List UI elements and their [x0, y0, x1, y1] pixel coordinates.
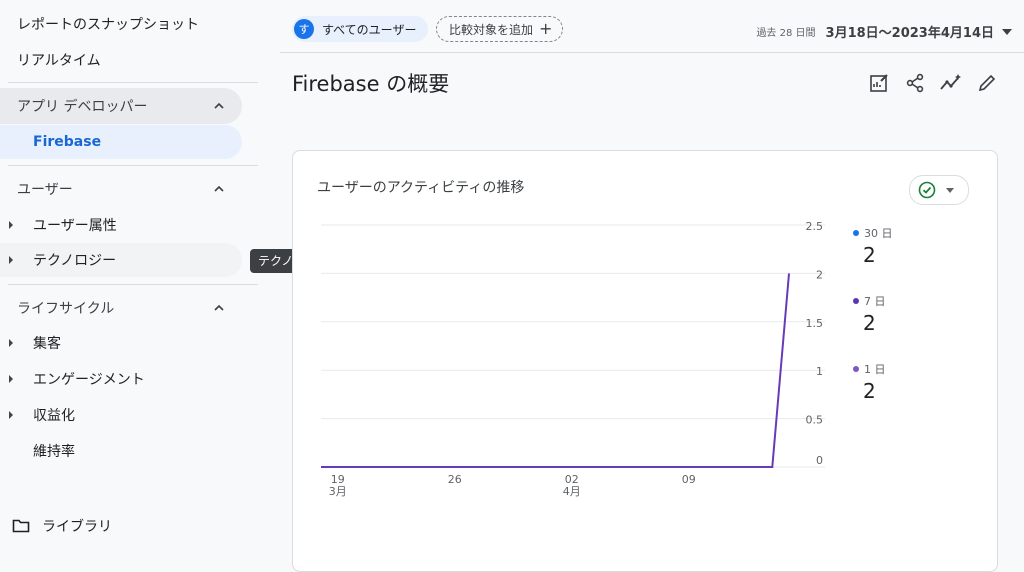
expand-arrow-icon — [9, 221, 13, 229]
section-label: ライフサイクル — [17, 301, 115, 317]
sidebar-item-acquisition[interactable]: 集客 — [0, 326, 242, 360]
sidebar-item-engagement[interactable]: エンゲージメント — [0, 362, 242, 396]
sidebar-item-label: テクノロジー — [33, 253, 117, 269]
sidebar-item-library[interactable]: ライブラリ — [12, 516, 112, 536]
legend-item-7d: 7 日 2 — [853, 293, 886, 335]
legend-dot — [853, 298, 859, 304]
sidebar-item-label: 集客 — [33, 336, 61, 352]
edit-button[interactable] — [974, 70, 1000, 96]
legend-value: 2 — [863, 311, 876, 335]
chevron-up-icon — [214, 185, 224, 192]
date-range-value: 3月18日〜2023年4月14日 — [825, 26, 994, 41]
sidebar-item-monetization[interactable]: 収益化 — [0, 398, 242, 432]
chevron-up-icon — [214, 102, 224, 109]
expand-arrow-icon — [9, 256, 13, 264]
top-bar: す すべてのユーザー 比較対象を追加 + 過去 28 日間 3月18日〜2023… — [280, 0, 1024, 53]
x-tick-sublabel: 3月 — [329, 485, 347, 498]
sidebar-item-snapshot[interactable]: レポートのスナップショット — [17, 14, 199, 34]
pencil-icon — [978, 74, 996, 92]
sidebar-item-label: 収益化 — [33, 408, 75, 424]
page-title: Firebase の概要 — [292, 72, 450, 96]
add-comparison-label: 比較対象を追加 — [449, 22, 534, 37]
y-tick-label: 0.5 — [806, 414, 824, 427]
sidebar-item-label: エンゲージメント — [33, 372, 145, 388]
user-segment-badge: す — [294, 19, 314, 39]
sidebar-item-firebase[interactable]: Firebase — [0, 125, 242, 159]
legend-dot — [853, 230, 859, 236]
sidebar-item-demographics[interactable]: ユーザー属性 — [0, 208, 242, 242]
y-tick-label: 0 — [816, 454, 823, 467]
add-comparison-button[interactable]: 比較対象を追加 + — [436, 16, 564, 42]
legend-dot — [853, 366, 859, 372]
section-lifecycle[interactable]: ライフサイクル — [0, 290, 242, 326]
x-tick-label: 26 — [448, 473, 462, 486]
section-user[interactable]: ユーザー — [0, 171, 242, 207]
sidebar-item-label: 維持率 — [33, 444, 75, 460]
x-tick-sublabel: 4月 — [563, 485, 581, 498]
expand-arrow-icon — [9, 339, 13, 347]
sidebar-item-label: ユーザー属性 — [33, 218, 117, 234]
legend-label: 1 日 — [864, 363, 886, 376]
edit-report-icon — [870, 74, 888, 92]
report-toolbar — [866, 70, 1010, 96]
legend-item-30d: 30 日 2 — [853, 225, 893, 267]
y-tick-label: 2.5 — [806, 220, 824, 233]
expand-arrow-icon — [9, 375, 13, 383]
sidebar-divider — [8, 82, 258, 83]
sidebar: レポートのスナップショット リアルタイム アプリ デベロッパー Firebase… — [0, 0, 258, 543]
chevron-up-icon — [214, 304, 224, 311]
x-tick-label: 09 — [682, 473, 696, 486]
activity-line-chart: 2.521.510.50193月26 024月09 — [321, 220, 825, 498]
sidebar-item-label: Firebase — [33, 134, 102, 150]
share-icon — [906, 73, 924, 93]
y-tick-label: 2 — [816, 268, 823, 281]
date-range-prefix: 過去 28 日間 — [756, 28, 816, 39]
section-label: アプリ デベロッパー — [17, 99, 148, 115]
sidebar-divider — [8, 165, 258, 166]
insights-icon — [940, 74, 961, 90]
caret-down-icon — [1002, 28, 1012, 35]
insights-button[interactable] — [938, 70, 964, 96]
section-label: ユーザー — [17, 182, 73, 198]
user-activity-card: ユーザーのアクティビティの推移 2.5 2 1.5 1 0.5 0 19 3月 26 02 4月 09… — [292, 150, 998, 572]
share-button[interactable] — [902, 70, 928, 96]
sidebar-item-technology[interactable]: テクノロジー — [0, 243, 242, 277]
y-tick-label: 1 — [816, 365, 823, 378]
user-segment-chip[interactable]: す すべてのユーザー — [292, 16, 429, 42]
legend-value: 2 — [863, 379, 876, 403]
sidebar-divider — [8, 284, 258, 285]
expand-arrow-icon — [9, 411, 13, 419]
legend-label: 30 日 — [864, 227, 893, 240]
sidebar-item-realtime[interactable]: リアルタイム — [17, 50, 101, 70]
user-segment-label: すべてのユーザー — [322, 22, 417, 37]
plus-icon: + — [539, 19, 553, 38]
legend-item-1d: 1 日 2 — [853, 361, 886, 403]
section-app-developer[interactable]: アプリ デベロッパー — [0, 88, 242, 124]
y-tick-label: 1.5 — [806, 317, 824, 330]
date-range-picker[interactable]: 過去 28 日間 3月18日〜2023年4月14日 — [756, 22, 1012, 41]
sidebar-item-retention[interactable]: 維持率 — [0, 434, 242, 468]
folder-icon — [12, 519, 30, 533]
library-label: ライブラリ — [42, 519, 112, 535]
customize-report-button[interactable] — [866, 70, 892, 96]
legend-label: 7 日 — [864, 295, 886, 308]
legend-value: 2 — [863, 243, 876, 267]
